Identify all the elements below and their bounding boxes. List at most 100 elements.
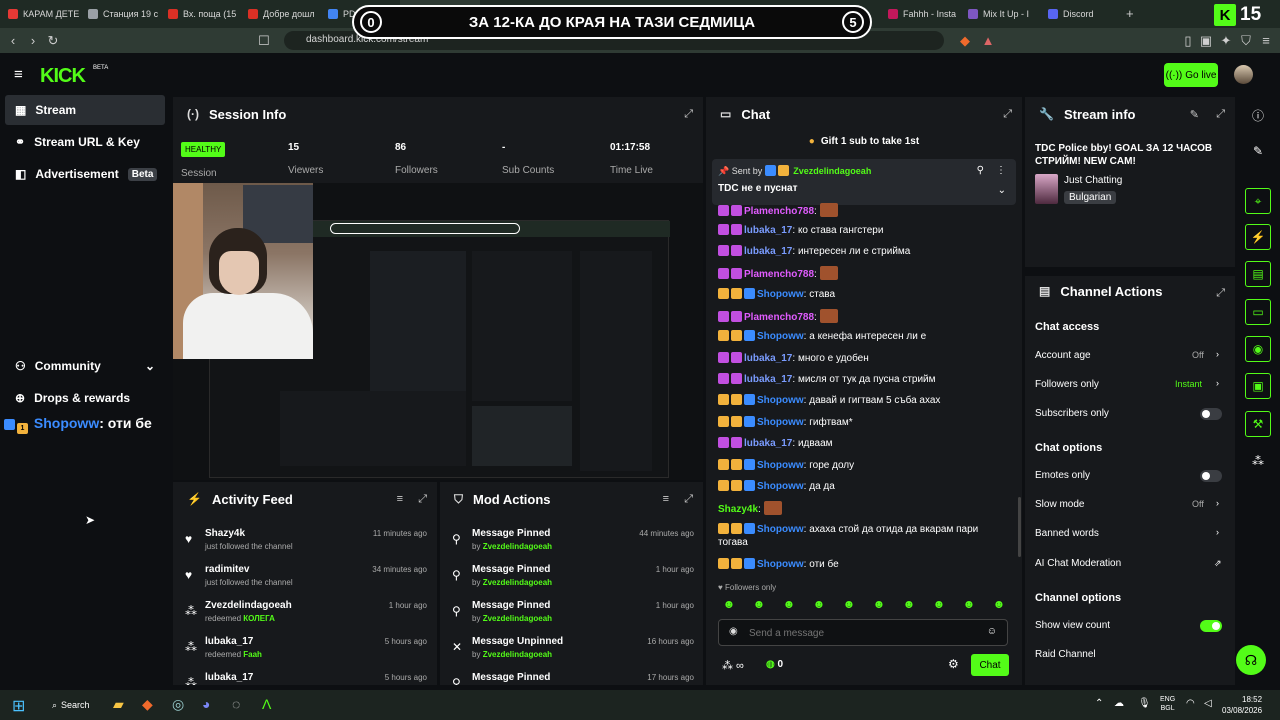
activity-username[interactable]: lubaka_17 [205, 672, 253, 683]
chat-username[interactable]: Shopoww [757, 524, 804, 535]
emote-button-icon[interactable]: ☻ [780, 597, 798, 611]
extensions-icon[interactable]: ✦ [1216, 33, 1236, 49]
chat-message[interactable]: Shopoww: давай и гигтвам 5 съба ахах [718, 394, 1008, 407]
chat-username[interactable]: lubaka_17 [744, 438, 792, 449]
filter-icon[interactable]: ≡ [397, 493, 403, 505]
brave-rewards-icon[interactable]: ▲ [978, 33, 998, 48]
emoji-picker-icon[interactable]: ☺ [987, 626, 997, 637]
menu-icon[interactable]: ≡ [1256, 33, 1276, 48]
kick-logo[interactable]: KICK [40, 65, 86, 88]
chat-message[interactable]: Plamencho788: [718, 309, 1008, 324]
filter-icon[interactable]: ≡ [663, 493, 669, 505]
ai-chat-moderation-label[interactable]: AI Chat Moderation [1035, 558, 1121, 569]
chevron-down-icon[interactable]: ⌄ [998, 185, 1006, 196]
subscribers-only-toggle[interactable] [1200, 408, 1222, 420]
edit-pencil-icon[interactable]: ✎ [1190, 108, 1199, 121]
banned-words-label[interactable]: Banned words [1035, 528, 1099, 539]
chat-username[interactable]: Shopoww [757, 395, 804, 406]
chevron-right-icon[interactable]: › [1216, 527, 1219, 537]
chat-username[interactable]: Shopoww [757, 460, 804, 471]
send-chat-button[interactable]: Chat [971, 654, 1009, 676]
mod-username[interactable]: Zvezdelindagoeah [483, 650, 552, 659]
chat-username[interactable]: Shopoww [757, 331, 804, 342]
chat-message[interactable]: Plamencho788: [718, 266, 1008, 281]
document-icon[interactable]: ▤ [1245, 261, 1271, 287]
info-icon[interactable]: ⓘ [1245, 102, 1271, 128]
steam-icon[interactable]: ◎ [172, 696, 184, 713]
mod-username[interactable]: Zvezdelindagoeah [483, 614, 552, 623]
chat-scrollbar[interactable] [1018, 497, 1021, 557]
chat-username[interactable]: Plamencho788 [744, 312, 814, 323]
wrench-icon[interactable]: ⚒ [1245, 411, 1271, 437]
browser-tab[interactable]: Discord [1040, 0, 1120, 28]
gift-sub-banner[interactable]: ● Gift 1 sub to take 1st [706, 131, 1022, 151]
file-explorer-icon[interactable]: ▰ [113, 696, 124, 713]
channel-points-icon[interactable]: ⁂ ∞ [722, 659, 744, 672]
external-link-icon[interactable]: ⇗ [1214, 558, 1222, 569]
edit-icon[interactable]: ✎ [1245, 138, 1271, 164]
chat-username[interactable]: lubaka_17 [744, 374, 792, 385]
taskbar-search[interactable]: ⌕ Search [44, 696, 104, 714]
show-view-count-toggle[interactable] [1200, 620, 1222, 632]
chat-message[interactable]: Shopoww: оти бе [718, 558, 1008, 571]
target-icon[interactable]: ⌖ [1245, 188, 1271, 214]
mod-username[interactable]: Zvezdelindagoeah [483, 578, 552, 587]
expand-icon[interactable]: ⤢ [418, 493, 427, 506]
activity-username[interactable]: lubaka_17 [205, 636, 253, 647]
raid-channel-label[interactable]: Raid Channel [1035, 649, 1096, 660]
emote-button-icon[interactable]: ☻ [810, 597, 828, 611]
lightning-icon[interactable]: ⚡ [1245, 224, 1271, 250]
vpn-icon[interactable]: ⛉ [1236, 33, 1256, 49]
emote-button-icon[interactable]: ☻ [930, 597, 948, 611]
forward-icon[interactable]: › [23, 33, 43, 48]
chat-username[interactable]: lubaka_17 [744, 225, 792, 236]
activity-username[interactable]: radimitev [205, 564, 249, 575]
chat-settings-gear-icon[interactable]: ⚙ [948, 657, 959, 671]
chat-username[interactable]: Shopoww [757, 289, 804, 300]
emote-button-icon[interactable]: ☻ [720, 597, 738, 611]
browser-tab[interactable]: Fahhh - Insta [880, 0, 960, 28]
chat-message[interactable]: lubaka_17: много е удобен [718, 352, 1008, 365]
expand-icon[interactable]: ⤢ [1003, 108, 1012, 121]
activity-username[interactable]: Shazy4k [205, 528, 245, 539]
wallet-icon[interactable]: ▣ [1196, 33, 1216, 49]
followers-only-setting-label[interactable]: Followers only [1035, 379, 1099, 390]
emote-button-icon[interactable]: ☻ [840, 597, 858, 611]
chevron-right-icon[interactable]: › [1216, 378, 1219, 388]
apps-icon[interactable]: ⁂ [1245, 448, 1271, 474]
tray-cloud-icon[interactable]: ☁ [1114, 698, 1124, 709]
chat-message[interactable]: Shopoww: гифтвам* [718, 416, 1008, 429]
slow-mode-label[interactable]: Slow mode [1035, 499, 1084, 510]
go-live-button[interactable]: ((·)) Go live [1164, 63, 1218, 87]
emote-button-icon[interactable]: ☻ [990, 597, 1008, 611]
chat-message[interactable]: Shopoww: ахаха стой да отида да вкарам п… [718, 523, 1008, 549]
chat-username[interactable]: Shopoww [757, 559, 804, 570]
browser-tab[interactable]: Вх. поща (15 [160, 0, 240, 28]
stream-preview[interactable] [173, 183, 703, 480]
broadcast-icon[interactable]: ◉ [1245, 336, 1271, 362]
account-age-value[interactable]: Off [1192, 350, 1204, 360]
chevron-right-icon[interactable]: › [1216, 349, 1219, 359]
expand-icon[interactable]: ⤢ [1216, 108, 1225, 121]
chat-message[interactable]: lubaka_17: мисля от тук да пусна стрийм [718, 373, 1008, 386]
chat-message-input[interactable] [749, 625, 979, 641]
new-tab-button[interactable]: + [1126, 6, 1134, 21]
activity-username[interactable]: Zvezdelindagoeah [205, 600, 292, 611]
mod-username[interactable]: Zvezdelindagoeah [483, 542, 552, 551]
followers-only-value[interactable]: Instant [1175, 379, 1202, 389]
sidebar-item-drops-rewards[interactable]: ⊕ Drops & rewards [5, 383, 165, 413]
back-icon[interactable]: ‹ [3, 33, 23, 48]
chat-username[interactable]: lubaka_17 [744, 246, 792, 257]
sidebar-item-advertisement[interactable]: ◧ Advertisement Beta [5, 159, 165, 189]
user-avatar[interactable] [1234, 65, 1253, 84]
emote-button-icon[interactable]: ☻ [870, 597, 888, 611]
brave-browser-icon[interactable]: ◆ [142, 696, 153, 713]
chat-message[interactable]: lubaka_17: идваам [718, 437, 1008, 450]
slow-mode-value[interactable]: Off [1192, 499, 1204, 509]
chat-username[interactable]: Plamencho788 [744, 206, 814, 217]
chat-username[interactable]: Shopoww [757, 417, 804, 428]
hamburger-menu-icon[interactable]: ≡ [14, 66, 23, 83]
tray-mic-icon[interactable]: 🎙 [1138, 698, 1151, 709]
discord-icon[interactable]: ◕ [202, 696, 210, 712]
sidebar-item-community[interactable]: ⚇ Community ⌄ [5, 351, 165, 381]
